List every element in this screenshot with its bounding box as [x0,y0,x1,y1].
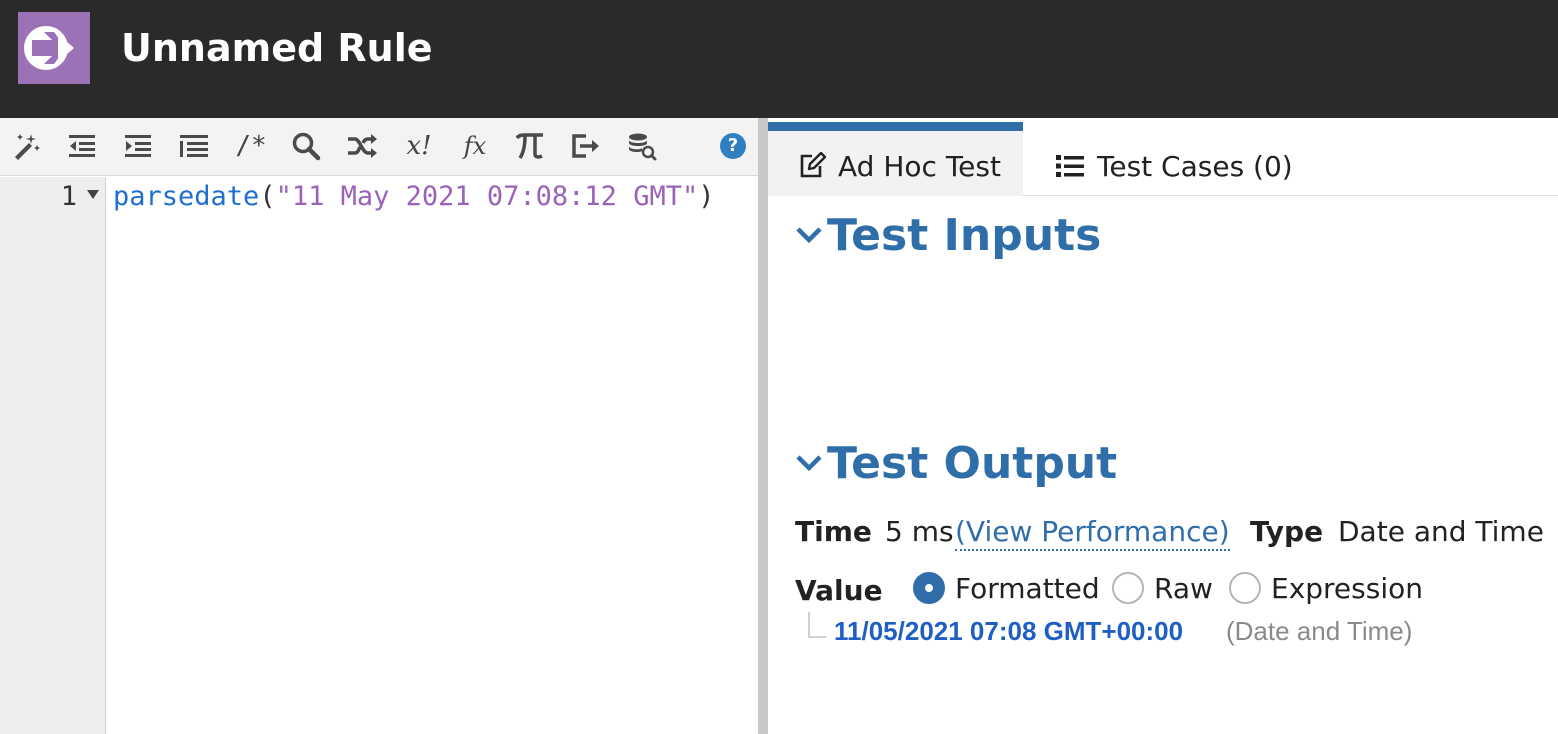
comment-icon[interactable]: /* [234,130,268,162]
pane-splitter[interactable] [758,118,768,734]
rule-arrow-logo-icon [18,12,90,84]
database-search-icon[interactable] [626,130,658,162]
time-label: Time [795,515,872,548]
code-editor[interactable]: parsedate("11 May 2021 07:08:12 GMT") [113,180,714,214]
chevron-down-icon[interactable] [795,224,823,251]
format-list-icon[interactable] [178,130,210,162]
edit-icon [798,151,827,185]
view-performance-link[interactable]: (View Performance) [955,515,1230,551]
app-header: Unnamed Rule [0,0,1558,118]
export-icon[interactable] [570,130,602,162]
line-number: 1 [60,181,77,212]
chevron-down-icon[interactable] [795,452,823,479]
raw-radio[interactable] [1112,572,1144,604]
editor-toolbar: /* x! fx [0,118,758,176]
page-title: Unnamed Rule [121,26,433,70]
list-icon [1056,154,1084,183]
code-string: "11 May 2021 07:08:12 GMT" [275,181,699,212]
formatted-radio[interactable] [913,572,945,604]
help-icon[interactable]: ? [720,133,746,159]
code-close-paren: ) [698,181,715,212]
output-result-value: 11/05/2021 07:08 GMT+00:00 [834,616,1184,646]
search-icon[interactable] [290,130,322,162]
code-function: parsedate [113,181,260,212]
type-value: Date and Time [1338,515,1544,548]
tree-connector [808,612,826,638]
indent-icon[interactable] [122,130,154,162]
raw-radio-label[interactable]: Raw [1154,572,1213,606]
magic-wand-icon[interactable] [10,130,42,162]
formatted-radio-label[interactable]: Formatted [955,572,1100,606]
factorial-icon[interactable]: x! [400,130,438,162]
outdent-icon[interactable] [66,130,98,162]
line-gutter: 1 [0,177,106,734]
expression-radio[interactable] [1229,572,1261,604]
code-open-paren: ( [259,181,276,212]
test-inputs-title[interactable]: Test Inputs [827,210,1101,262]
time-value: 5 ms [885,515,954,548]
value-label: Value [795,574,883,607]
fold-arrow-icon[interactable] [87,190,99,199]
pi-icon[interactable] [514,130,546,162]
function-icon[interactable]: fx [458,130,492,162]
tab-ad-hoc-test-label[interactable]: Ad Hoc Test [838,150,1001,184]
shuffle-icon[interactable] [346,130,378,162]
type-label: Type [1250,515,1324,548]
output-result-type: (Date and Time) [1226,616,1413,646]
tab-test-cases-label[interactable]: Test Cases (0) [1097,150,1293,184]
test-output-title[interactable]: Test Output [827,438,1117,490]
expression-radio-label[interactable]: Expression [1271,572,1423,606]
